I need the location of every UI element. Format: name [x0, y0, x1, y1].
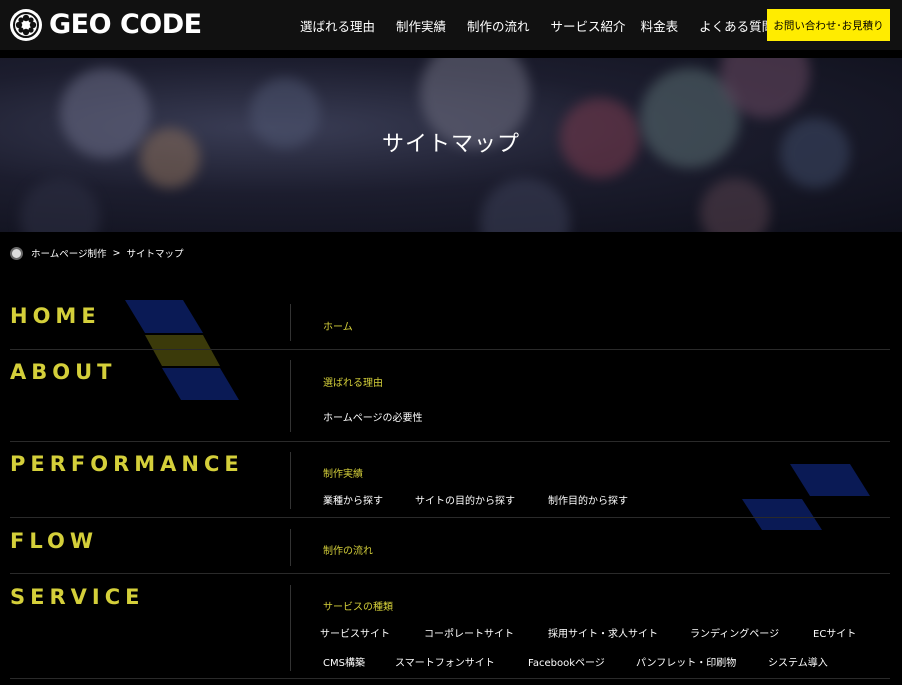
link-recruit-site[interactable]: 採用サイト・求人サイト: [548, 625, 658, 640]
divider: [10, 441, 890, 442]
section-title-performance: PERFORMANCE: [10, 452, 244, 476]
link-landing-page[interactable]: ランディングページ: [690, 625, 779, 640]
divider-vertical: [290, 360, 291, 432]
link-corporate-site[interactable]: コーポレートサイト: [424, 625, 514, 640]
breadcrumb: ホームページ制作 > サイトマップ: [10, 246, 184, 260]
divider: [10, 349, 890, 350]
link-facebook-page[interactable]: Facebookページ: [528, 654, 605, 669]
nav-item-reasons[interactable]: 選ばれる理由: [300, 16, 375, 35]
bokeh-light: [700, 178, 770, 232]
breadcrumb-separator: >: [112, 247, 121, 259]
divider: [10, 678, 890, 679]
link-smartphone-site[interactable]: スマートフォンサイト: [395, 654, 495, 669]
contact-button[interactable]: お問い合わせ･お見積り: [767, 9, 890, 41]
section-title-home: HOME: [10, 304, 101, 328]
nav-item-faq[interactable]: よくある質問: [699, 16, 774, 35]
link-by-industry[interactable]: 業種から探す: [323, 492, 383, 507]
section-title-flow: FLOW: [10, 529, 98, 553]
divider-vertical: [290, 304, 291, 341]
nav-item-services[interactable]: サービス紹介: [551, 16, 626, 35]
link-by-site-purpose[interactable]: サイトの目的から探す: [415, 492, 515, 507]
nav-item-flow[interactable]: 制作の流れ: [467, 16, 530, 35]
link-print[interactable]: パンフレット・印刷物: [636, 654, 736, 669]
nav-item-pricing[interactable]: 料金表: [641, 16, 679, 35]
home-icon: [10, 246, 23, 260]
logo-text: GEO CODE: [49, 9, 202, 40]
link-service-types[interactable]: サービスの種類: [323, 598, 393, 613]
section-title-service: SERVICE: [10, 585, 145, 609]
main-nav: 選ばれる理由 制作実績 制作の流れ サービス紹介 料金表 よくある質問: [300, 0, 795, 50]
link-reasons[interactable]: 選ばれる理由: [323, 374, 383, 389]
breadcrumb-current: サイトマップ: [126, 249, 184, 260]
section-title-about: ABOUT: [10, 360, 117, 384]
decorative-shape-right: [742, 464, 870, 530]
link-website-necessity[interactable]: ホームページの必要性: [323, 409, 423, 424]
link-service-site[interactable]: サービスサイト: [320, 625, 390, 640]
bokeh-light: [480, 178, 570, 232]
site-header: GEO CODE 選ばれる理由 制作実績 制作の流れ サービス紹介 料金表 よく…: [0, 0, 902, 50]
logo[interactable]: GEO CODE: [10, 9, 202, 41]
divider-vertical: [290, 452, 291, 509]
link-flow[interactable]: 制作の流れ: [323, 542, 373, 557]
decorative-shape-left: [125, 300, 239, 400]
link-by-production-purpose[interactable]: 制作目的から探す: [548, 492, 628, 507]
divider: [10, 517, 890, 518]
link-works[interactable]: 制作実績: [323, 465, 363, 480]
divider-vertical: [290, 585, 291, 671]
bokeh-light: [20, 178, 100, 232]
link-system[interactable]: システム導入: [768, 654, 828, 669]
link-cms[interactable]: CMS構築: [323, 654, 365, 669]
breadcrumb-home-link[interactable]: ホームページ制作: [31, 246, 107, 260]
link-home[interactable]: ホーム: [323, 318, 353, 333]
logo-mark-icon: [10, 9, 42, 41]
hero-banner: サイトマップ: [0, 58, 902, 232]
page-title: サイトマップ: [381, 132, 520, 157]
nav-item-works[interactable]: 制作実績: [396, 16, 446, 35]
divider: [10, 573, 890, 574]
divider-vertical: [290, 529, 291, 566]
link-ec-site[interactable]: ECサイト: [813, 625, 856, 640]
